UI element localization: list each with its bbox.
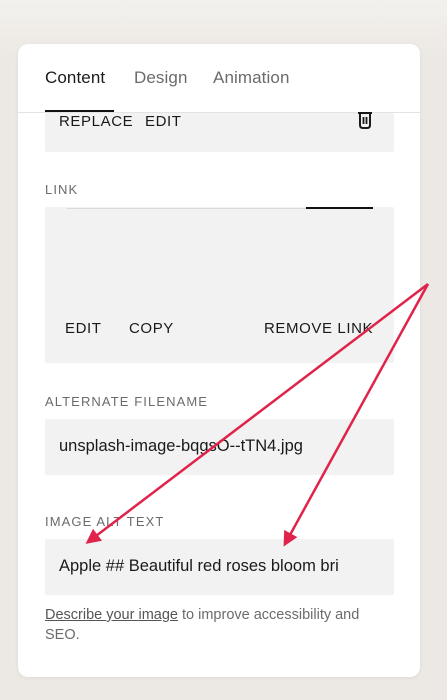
link-input-focus-indicator [306, 207, 373, 209]
alt-text-help: Describe your image to improve accessibi… [45, 605, 385, 645]
tab-animation[interactable]: Animation [213, 68, 290, 88]
image-alt-text-value: Apple ## Beautiful red roses bloom bri [59, 557, 339, 575]
tab-content[interactable]: Content [45, 68, 105, 88]
alternate-filename-value: unsplash-image-bqgsO--tTN4.jpg [59, 437, 303, 455]
describe-image-link[interactable]: Describe your image [45, 607, 178, 623]
image-settings-panel: Content Design Animation REPLACE EDIT LI… [18, 44, 420, 677]
image-actions-box: REPLACE EDIT [45, 112, 394, 152]
edit-link-button[interactable]: EDIT [65, 320, 102, 337]
edit-image-button[interactable]: EDIT [145, 113, 182, 130]
copy-link-button[interactable]: COPY [129, 320, 174, 337]
image-alt-text-field[interactable]: Apple ## Beautiful red roses bloom bri [45, 539, 394, 595]
tab-bar: Content Design Animation [18, 44, 420, 113]
alternate-filename-field[interactable]: unsplash-image-bqgsO--tTN4.jpg [45, 419, 394, 475]
image-alt-text-label: IMAGE ALT TEXT [45, 514, 165, 529]
tab-design[interactable]: Design [134, 68, 188, 88]
remove-link-button[interactable]: REMOVE LINK [264, 320, 373, 337]
active-tab-indicator [45, 110, 114, 112]
alternate-filename-label: ALTERNATE FILENAME [45, 394, 209, 409]
replace-button[interactable]: REPLACE [59, 113, 133, 130]
link-box: EDIT COPY REMOVE LINK [45, 207, 394, 363]
trash-icon[interactable] [357, 112, 373, 130]
link-section-label: LINK [45, 182, 79, 197]
